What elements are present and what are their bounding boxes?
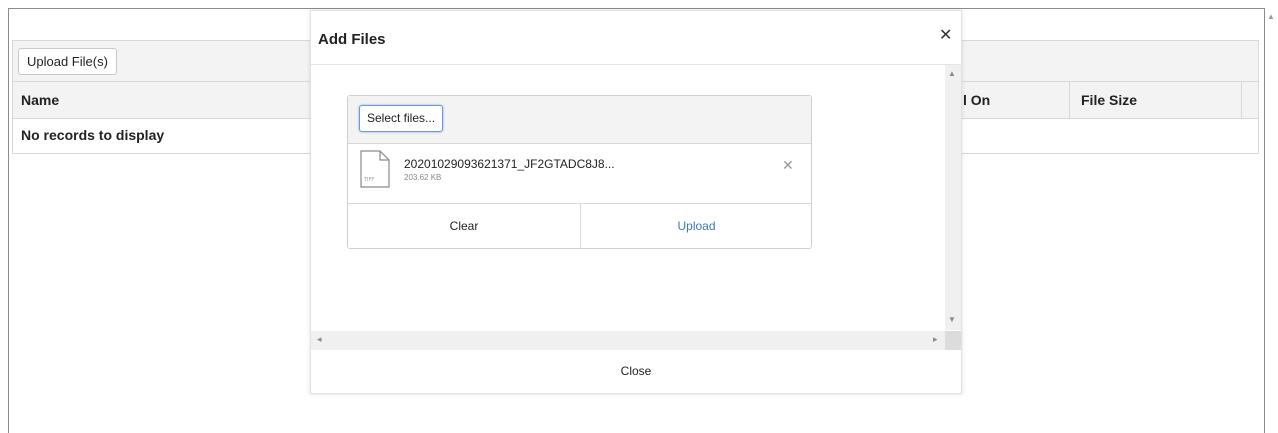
column-header-file-size[interactable]: File Size bbox=[1081, 92, 1137, 108]
dialog-body: Select files... TIFF 20201029093621371_J… bbox=[311, 65, 961, 350]
column-header-name[interactable]: Name bbox=[21, 92, 59, 108]
select-files-button[interactable]: Select files... bbox=[359, 105, 444, 132]
file-size: 203.62 KB bbox=[404, 173, 442, 182]
scroll-left-arrow-icon[interactable]: ◂ bbox=[317, 334, 322, 345]
column-divider bbox=[1241, 82, 1242, 118]
clear-button[interactable]: Clear bbox=[348, 204, 581, 249]
remove-file-icon[interactable]: ✕ bbox=[782, 157, 794, 174]
file-icon: TIFF bbox=[359, 150, 391, 193]
file-type-badge: TIFF bbox=[363, 177, 374, 183]
page-scroll-up-arrow[interactable]: ▲ bbox=[1266, 12, 1276, 22]
vertical-scrollbar[interactable]: ▲ ▼ bbox=[945, 65, 961, 330]
empty-grid-message: No records to display bbox=[21, 127, 165, 143]
uploader-dropzone[interactable]: Select files... bbox=[348, 96, 811, 144]
horizontal-scrollbar[interactable]: ◂ ▸ bbox=[311, 331, 945, 350]
uploader-actions: Clear Upload bbox=[348, 204, 811, 249]
scroll-up-arrow-icon[interactable]: ▲ bbox=[948, 69, 956, 78]
dialog-title: Add Files bbox=[318, 31, 386, 48]
upload-button[interactable]: Upload bbox=[581, 204, 812, 249]
dialog-close-button[interactable]: Close bbox=[311, 350, 961, 393]
upload-files-button[interactable]: Upload File(s) bbox=[18, 48, 117, 75]
scroll-right-arrow-icon[interactable]: ▸ bbox=[933, 334, 938, 345]
column-header-uploaded-on[interactable]: l On bbox=[963, 92, 990, 108]
add-files-dialog: Add Files ✕ Select files... TIFF 2020102… bbox=[310, 10, 962, 394]
file-name: 20201029093621371_JF2GTADC8J8... bbox=[404, 157, 615, 171]
scrollbar-corner bbox=[945, 331, 961, 350]
scroll-down-arrow-icon[interactable]: ▼ bbox=[948, 315, 956, 324]
column-divider bbox=[1069, 82, 1070, 118]
close-icon[interactable]: ✕ bbox=[939, 28, 952, 44]
file-uploader: Select files... TIFF 20201029093621371_J… bbox=[347, 95, 812, 249]
file-list-item: TIFF 20201029093621371_JF2GTADC8J8... 20… bbox=[348, 144, 811, 204]
